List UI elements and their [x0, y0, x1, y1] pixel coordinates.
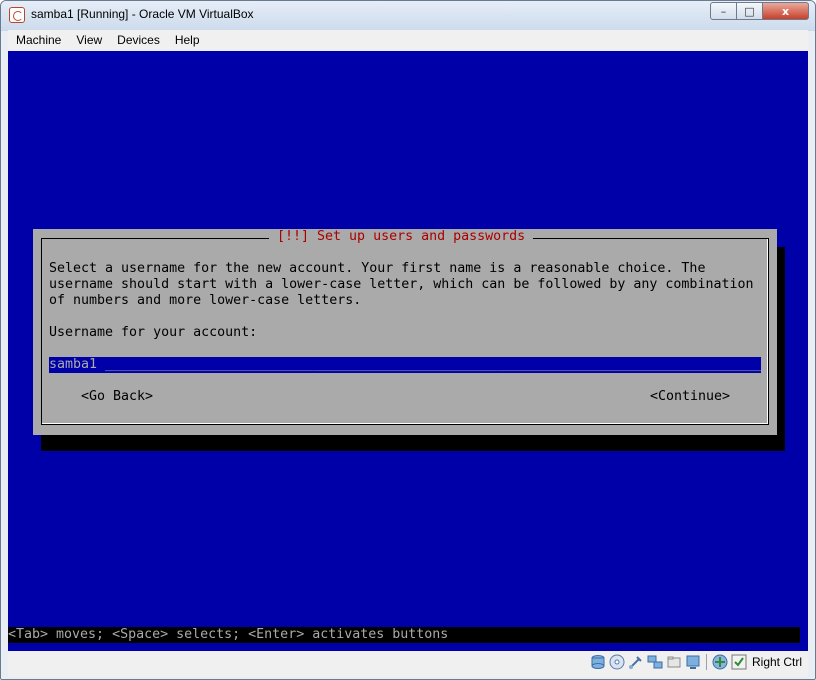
- dialog-description: Select a username for the new account. Y…: [49, 261, 754, 308]
- status-icons: Right Ctrl: [590, 654, 802, 670]
- host-key-icon[interactable]: [731, 654, 747, 670]
- usb-icon[interactable]: [628, 654, 644, 670]
- help-line: <Tab> moves; <Space> selects; <Enter> ac…: [8, 627, 800, 643]
- display-icon[interactable]: [685, 654, 701, 670]
- capture-icon[interactable]: [712, 654, 728, 670]
- maximize-button[interactable]: □: [737, 2, 763, 20]
- window-controls: – □ x: [710, 2, 809, 20]
- dialog-title: [!!] Set up users and passwords: [269, 229, 534, 245]
- minimize-icon: –: [720, 4, 727, 18]
- close-button[interactable]: x: [763, 2, 809, 20]
- optical-drive-icon[interactable]: [609, 654, 625, 670]
- status-separator: [705, 654, 707, 670]
- username-label: Username for your account:: [49, 325, 258, 340]
- virtualbox-window: samba1 [Running] - Oracle VM VirtualBox …: [0, 0, 816, 680]
- continue-button[interactable]: <Continue>: [650, 389, 730, 405]
- vm-screen[interactable]: [!!] Set up users and passwords Select a…: [8, 51, 808, 651]
- minimize-button[interactable]: –: [710, 2, 737, 20]
- installer-dialog: [!!] Set up users and passwords Select a…: [33, 229, 777, 435]
- close-icon: x: [781, 4, 790, 18]
- menu-view[interactable]: View: [68, 33, 109, 47]
- virtualbox-app-icon: [9, 7, 25, 23]
- status-bar: Right Ctrl: [8, 651, 808, 677]
- menu-devices[interactable]: Devices: [109, 33, 167, 47]
- username-input[interactable]: samba1 _________________________________…: [49, 357, 761, 373]
- title-bar[interactable]: samba1 [Running] - Oracle VM VirtualBox …: [1, 1, 815, 30]
- window-title: samba1 [Running] - Oracle VM VirtualBox: [31, 7, 254, 21]
- menu-machine[interactable]: Machine: [8, 33, 68, 47]
- shared-folders-icon[interactable]: [666, 654, 682, 670]
- menu-help[interactable]: Help: [167, 33, 207, 47]
- host-key-label: Right Ctrl: [751, 655, 802, 669]
- input-fill: ________________________________________…: [105, 357, 761, 372]
- go-back-button[interactable]: <Go Back>: [81, 389, 153, 405]
- maximize-icon: □: [744, 4, 755, 18]
- username-value: samba1: [49, 357, 98, 372]
- network-icon[interactable]: [647, 654, 663, 670]
- menu-bar: Machine View Devices Help: [8, 30, 808, 50]
- hard-disk-icon[interactable]: [590, 654, 606, 670]
